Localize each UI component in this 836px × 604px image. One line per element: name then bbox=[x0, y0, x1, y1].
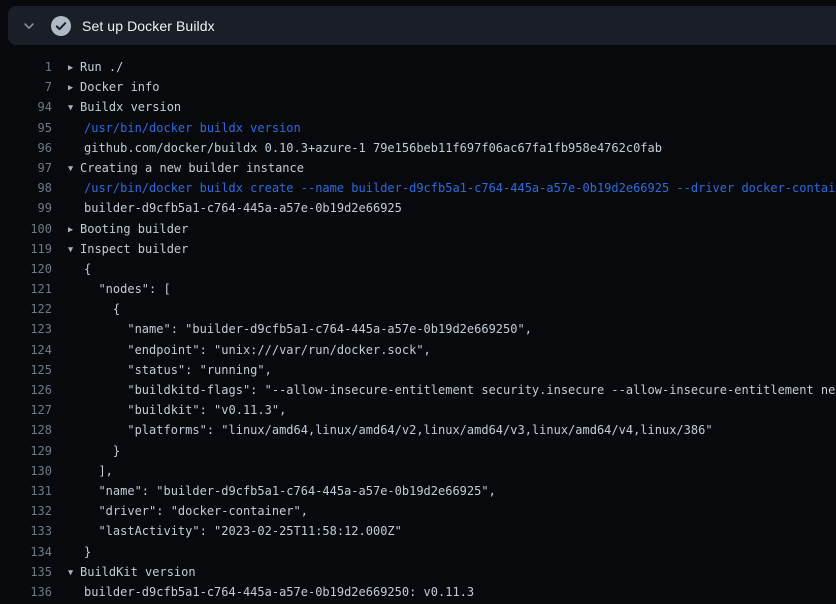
log-line-text: ▶Booting builder bbox=[68, 219, 188, 239]
line-number[interactable]: 97 bbox=[0, 158, 52, 178]
log-line: 131 "name": "builder-d9cfb5a1-c764-445a-… bbox=[0, 481, 836, 501]
log-group-line[interactable]: 100 ▶Booting builder bbox=[0, 219, 836, 239]
log-group-line[interactable]: 135 ▼BuildKit version bbox=[0, 562, 836, 582]
collapse-group-icon[interactable]: ▼ bbox=[68, 563, 80, 583]
log-line: 133 "lastActivity": "2023-02-25T11:58:12… bbox=[0, 521, 836, 541]
log-line-text: ▼Buildx version bbox=[68, 97, 181, 117]
log-line: 123 "name": "builder-d9cfb5a1-c764-445a-… bbox=[0, 319, 836, 339]
line-number[interactable]: 136 bbox=[0, 582, 52, 602]
step-header[interactable]: Set up Docker Buildx bbox=[8, 6, 836, 45]
log-line-text: "status": "running", bbox=[68, 360, 272, 380]
log-line-text: "platforms": "linux/amd64,linux/amd64/v2… bbox=[68, 420, 713, 440]
expand-group-icon[interactable]: ▶ bbox=[68, 78, 80, 98]
log-line: 134 } bbox=[0, 542, 836, 562]
line-number[interactable]: 131 bbox=[0, 481, 52, 501]
line-number[interactable]: 1 bbox=[0, 57, 52, 77]
line-number[interactable]: 119 bbox=[0, 239, 52, 259]
expand-group-icon[interactable]: ▶ bbox=[68, 58, 80, 78]
line-number[interactable]: 7 bbox=[0, 77, 52, 97]
log-line-text: ▼Creating a new builder instance bbox=[68, 158, 304, 178]
log-line: 129 } bbox=[0, 441, 836, 461]
log-line-text: /usr/bin/docker buildx version bbox=[68, 118, 301, 138]
log-group-line[interactable]: 94 ▼Buildx version bbox=[0, 97, 836, 117]
line-number[interactable]: 120 bbox=[0, 259, 52, 279]
log-line: 98 /usr/bin/docker buildx create --name … bbox=[0, 178, 836, 198]
log-line-text: builder-d9cfb5a1-c764-445a-a57e-0b19d2e6… bbox=[68, 198, 402, 218]
log-line-text: "nodes": [ bbox=[68, 279, 171, 299]
log-line-text: "name": "builder-d9cfb5a1-c764-445a-a57e… bbox=[68, 319, 532, 339]
line-number[interactable]: 133 bbox=[0, 521, 52, 541]
line-number[interactable]: 122 bbox=[0, 299, 52, 319]
log-line: 121 "nodes": [ bbox=[0, 279, 836, 299]
log-line-text: /usr/bin/docker buildx create --name bui… bbox=[68, 178, 836, 198]
log-line-text: "endpoint": "unix:///var/run/docker.sock… bbox=[68, 340, 431, 360]
log-line-text: { bbox=[68, 299, 120, 319]
log-line: 136 builder-d9cfb5a1-c764-445a-a57e-0b19… bbox=[0, 582, 836, 602]
line-number[interactable]: 96 bbox=[0, 138, 52, 158]
log-line: 130 ], bbox=[0, 461, 836, 481]
log-group-line[interactable]: 119 ▼Inspect builder bbox=[0, 239, 836, 259]
line-number[interactable]: 126 bbox=[0, 380, 52, 400]
collapse-group-icon[interactable]: ▼ bbox=[68, 98, 80, 118]
line-number[interactable]: 121 bbox=[0, 279, 52, 299]
line-number[interactable]: 130 bbox=[0, 461, 52, 481]
step-title: Set up Docker Buildx bbox=[82, 18, 215, 34]
line-number[interactable]: 135 bbox=[0, 562, 52, 582]
log-line: 125 "status": "running", bbox=[0, 360, 836, 380]
line-number[interactable]: 129 bbox=[0, 441, 52, 461]
log-line-text: { bbox=[68, 259, 91, 279]
log-line: 122 { bbox=[0, 299, 836, 319]
log-viewer-page: Set up Docker Buildx 1 ▶Run ./ 7 ▶Docker… bbox=[0, 0, 836, 604]
line-number[interactable]: 124 bbox=[0, 340, 52, 360]
log-line-text: ], bbox=[68, 461, 113, 481]
line-number[interactable]: 127 bbox=[0, 400, 52, 420]
expand-group-icon[interactable]: ▶ bbox=[68, 220, 80, 240]
log-line-text: github.com/docker/buildx 0.10.3+azure-1 … bbox=[68, 138, 662, 158]
log-line: 127 "buildkit": "v0.11.3", bbox=[0, 400, 836, 420]
collapse-group-icon[interactable]: ▼ bbox=[68, 159, 80, 179]
log-group-line[interactable]: 7 ▶Docker info bbox=[0, 77, 836, 97]
log-line-text: "buildkitd-flags": "--allow-insecure-ent… bbox=[68, 380, 836, 400]
line-number[interactable]: 99 bbox=[0, 198, 52, 218]
log-group-line[interactable]: 97 ▼Creating a new builder instance bbox=[0, 158, 836, 178]
log-line-text: } bbox=[68, 542, 91, 562]
log-line: 96 github.com/docker/buildx 0.10.3+azure… bbox=[0, 138, 836, 158]
log-line-text: ▼BuildKit version bbox=[68, 562, 196, 582]
line-number[interactable]: 132 bbox=[0, 501, 52, 521]
line-number[interactable]: 128 bbox=[0, 420, 52, 440]
log-group-line[interactable]: 1 ▶Run ./ bbox=[0, 57, 836, 77]
log-line-text: "driver": "docker-container", bbox=[68, 501, 308, 521]
line-number[interactable]: 98 bbox=[0, 178, 52, 198]
log-line-text: "lastActivity": "2023-02-25T11:58:12.000… bbox=[68, 521, 402, 541]
log-line-text: ▼Inspect builder bbox=[68, 239, 188, 259]
log-line-text: ▶Run ./ bbox=[68, 57, 123, 77]
log-line-text: ▶Docker info bbox=[68, 77, 159, 97]
log-line-text: "buildkit": "v0.11.3", bbox=[68, 400, 286, 420]
log-line: 124 "endpoint": "unix:///var/run/docker.… bbox=[0, 340, 836, 360]
line-number[interactable]: 123 bbox=[0, 319, 52, 339]
line-number[interactable]: 125 bbox=[0, 360, 52, 380]
log-line: 95 /usr/bin/docker buildx version bbox=[0, 118, 836, 138]
collapse-group-icon[interactable]: ▼ bbox=[68, 240, 80, 260]
log-line: 128 "platforms": "linux/amd64,linux/amd6… bbox=[0, 420, 836, 440]
line-number[interactable]: 100 bbox=[0, 219, 52, 239]
line-number[interactable]: 95 bbox=[0, 118, 52, 138]
chevron-down-icon[interactable] bbox=[21, 18, 37, 34]
line-number[interactable]: 134 bbox=[0, 542, 52, 562]
check-circle-icon bbox=[51, 16, 71, 36]
log-line: 120 { bbox=[0, 259, 836, 279]
log-line-text: "name": "builder-d9cfb5a1-c764-445a-a57e… bbox=[68, 481, 496, 501]
log-line: 126 "buildkitd-flags": "--allow-insecure… bbox=[0, 380, 836, 400]
log-line: 99 builder-d9cfb5a1-c764-445a-a57e-0b19d… bbox=[0, 198, 836, 218]
log-line-text: } bbox=[68, 441, 120, 461]
log-line-text: builder-d9cfb5a1-c764-445a-a57e-0b19d2e6… bbox=[68, 582, 474, 602]
log-output: 1 ▶Run ./ 7 ▶Docker info 94 ▼Buildx vers… bbox=[0, 45, 836, 604]
line-number[interactable]: 94 bbox=[0, 97, 52, 117]
log-line: 132 "driver": "docker-container", bbox=[0, 501, 836, 521]
